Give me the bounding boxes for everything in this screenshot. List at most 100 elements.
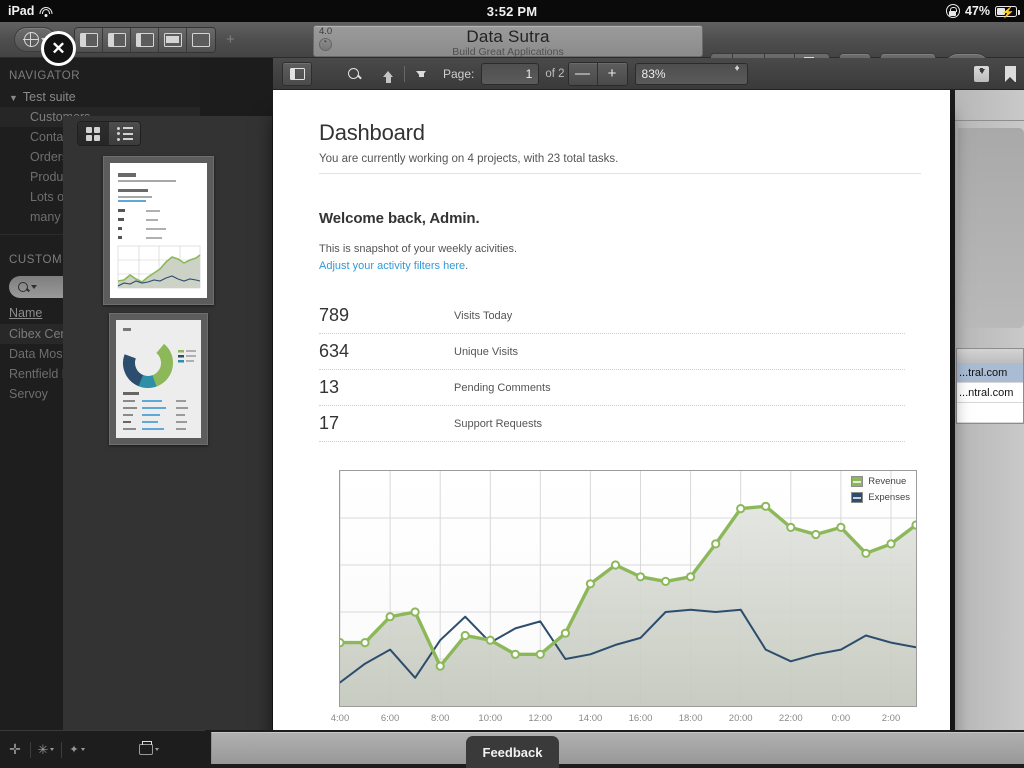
status-bar-clock: 3:52 PM bbox=[486, 3, 538, 19]
sidebar-toggle-button[interactable] bbox=[282, 61, 312, 86]
chart-x-tick-label: 0:00 bbox=[831, 713, 851, 724]
navigator-group-test-suite[interactable]: ▼ Test suite bbox=[0, 87, 200, 107]
history-icon[interactable] bbox=[319, 37, 332, 51]
bookmark-icon bbox=[1005, 65, 1016, 82]
pdf-search-button[interactable] bbox=[342, 62, 364, 86]
chart-x-tick-label: 10:00 bbox=[478, 713, 503, 724]
adjust-filters-link[interactable]: Adjust your activity filters here. bbox=[319, 260, 920, 272]
zoom-out-button[interactable]: — bbox=[568, 62, 598, 85]
stat-label: Support Requests bbox=[454, 417, 543, 430]
legend-label: Expenses bbox=[868, 492, 910, 503]
app-subtitle: Build Great Applications bbox=[452, 46, 564, 58]
chart-x-tick-label: 4:00 bbox=[330, 713, 350, 724]
page-subtitle: You are currently working on 4 projects,… bbox=[319, 153, 921, 174]
sidebar-toggle-icon bbox=[289, 67, 305, 80]
page-thumbnail-2[interactable] bbox=[109, 313, 208, 445]
thumbnail-preview-page-1 bbox=[117, 173, 201, 289]
stat-value: 634 bbox=[319, 341, 350, 361]
zoom-level-value: 83% bbox=[641, 66, 666, 81]
list-view-button[interactable] bbox=[109, 122, 140, 145]
layout-table-button[interactable] bbox=[159, 27, 187, 52]
app-title-plaque: 4.0 Data Sutra Build Great Applications bbox=[313, 25, 703, 58]
snapshot-text: This is snapshot of your weekly acivitie… bbox=[319, 243, 518, 255]
add-layout-button[interactable]: + bbox=[226, 31, 235, 48]
legend-label: Revenue bbox=[868, 476, 907, 487]
adjust-filters-link-label: Adjust your activity filters here bbox=[319, 260, 466, 272]
print-icon-button[interactable] bbox=[134, 731, 164, 768]
legend-item-revenue: Revenue bbox=[851, 476, 910, 487]
zoom-level-select[interactable]: 83% ▲ ▼ bbox=[634, 62, 748, 85]
page-count-label: of 2 bbox=[545, 67, 565, 80]
app-title: Data Sutra bbox=[466, 27, 550, 46]
stat-value: 789 bbox=[319, 305, 350, 325]
activity-chart: Revenue Expenses bbox=[339, 470, 917, 707]
page-thumbnail-1[interactable] bbox=[103, 156, 214, 305]
sort-icon-button[interactable]: ✦ bbox=[62, 731, 92, 768]
search-icon bbox=[18, 282, 28, 292]
stat-label: Pending Comments bbox=[454, 381, 551, 394]
chart-x-tick-label: 14:00 bbox=[578, 713, 603, 724]
page-title: Dashboard bbox=[319, 120, 425, 145]
layout-list-pane-button[interactable] bbox=[131, 27, 159, 52]
feedback-button[interactable]: Feedback bbox=[466, 736, 559, 768]
stat-label: Visits Today bbox=[454, 309, 513, 322]
close-button[interactable]: ✕ bbox=[41, 31, 76, 66]
table-row[interactable]: ...tral.com bbox=[957, 363, 1023, 383]
stat-row: 789 Visits Today bbox=[319, 298, 905, 334]
previous-page-button[interactable] bbox=[378, 62, 398, 86]
bottom-toolbar: ✛ ✳ ✦ bbox=[0, 730, 205, 768]
table-row[interactable]: ...ntral.com bbox=[957, 383, 1023, 403]
actions-icon-button[interactable]: ✳ bbox=[31, 731, 61, 768]
page-label: Page: bbox=[443, 66, 475, 81]
stat-row: 634 Unique Visits bbox=[319, 334, 905, 370]
battery-percent: 47% bbox=[964, 4, 990, 18]
download-icon bbox=[974, 65, 989, 82]
stat-value: 13 bbox=[319, 377, 340, 397]
legend-item-expenses: Expenses bbox=[851, 492, 910, 503]
background-subpanel bbox=[958, 128, 1024, 328]
chart-x-tick-label: 2:00 bbox=[881, 713, 901, 724]
rotation-lock-icon bbox=[945, 4, 960, 18]
chart-x-tick-label: 8:00 bbox=[430, 713, 450, 724]
stat-label: Unique Visits bbox=[454, 345, 518, 358]
ios-status-bar: iPad 3:52 PM 47% ⚡ bbox=[0, 0, 1024, 22]
navigator-header: NAVIGATOR bbox=[9, 70, 81, 82]
thumbnail-preview-page-2 bbox=[123, 328, 196, 430]
background-detail-panel: ACTIVE ...tral.com ...ntral.com bbox=[955, 58, 1024, 730]
background-table: ...tral.com ...ntral.com bbox=[956, 348, 1024, 424]
chevron-down-icon bbox=[31, 285, 37, 289]
stepper-icon: ▲ ▼ bbox=[733, 63, 741, 73]
layout-two-pane-button[interactable] bbox=[103, 27, 131, 52]
page-number-input[interactable] bbox=[481, 62, 540, 85]
grid-view-button[interactable] bbox=[78, 122, 109, 145]
thumbnail-view-toggle bbox=[77, 121, 141, 146]
version-label: 4.0 bbox=[319, 26, 333, 37]
legend-swatch bbox=[851, 492, 864, 503]
magnifier-icon bbox=[347, 68, 359, 79]
pdf-toolbar-right bbox=[974, 65, 1016, 82]
download-button[interactable] bbox=[974, 65, 989, 82]
globe-icon bbox=[23, 31, 39, 47]
bookmark-button[interactable] bbox=[1005, 65, 1016, 82]
list-view-icon bbox=[117, 127, 133, 141]
chart-x-tick-label: 18:00 bbox=[678, 713, 703, 724]
layout-sidebar-left-button[interactable] bbox=[75, 27, 103, 52]
chart-x-tick-label: 20:00 bbox=[728, 713, 753, 724]
next-page-button[interactable] bbox=[411, 62, 431, 86]
zoom-stepper-group: — + bbox=[567, 61, 628, 86]
bottom-status-strip bbox=[211, 732, 1024, 764]
add-icon-button[interactable]: ✛ bbox=[0, 731, 30, 768]
chart-x-tick-label: 6:00 bbox=[380, 713, 400, 724]
arrow-down-icon bbox=[416, 70, 426, 77]
disclosure-triangle-icon: ▼ bbox=[9, 93, 18, 103]
chart-x-tick-label: 12:00 bbox=[528, 713, 553, 724]
stat-row: 13 Pending Comments bbox=[319, 370, 905, 406]
status-bar-right: 47% ⚡ bbox=[945, 4, 1020, 19]
zoom-in-button[interactable]: + bbox=[597, 62, 627, 85]
screen: iPad 3:52 PM 47% ⚡ + + ✳ bbox=[0, 0, 1024, 768]
table-row[interactable] bbox=[957, 403, 1023, 423]
layout-single-button[interactable] bbox=[187, 27, 215, 52]
stat-row: 17 Support Requests bbox=[319, 406, 905, 442]
grid-view-icon bbox=[86, 126, 100, 141]
welcome-heading: Welcome back, Admin. bbox=[319, 210, 480, 227]
